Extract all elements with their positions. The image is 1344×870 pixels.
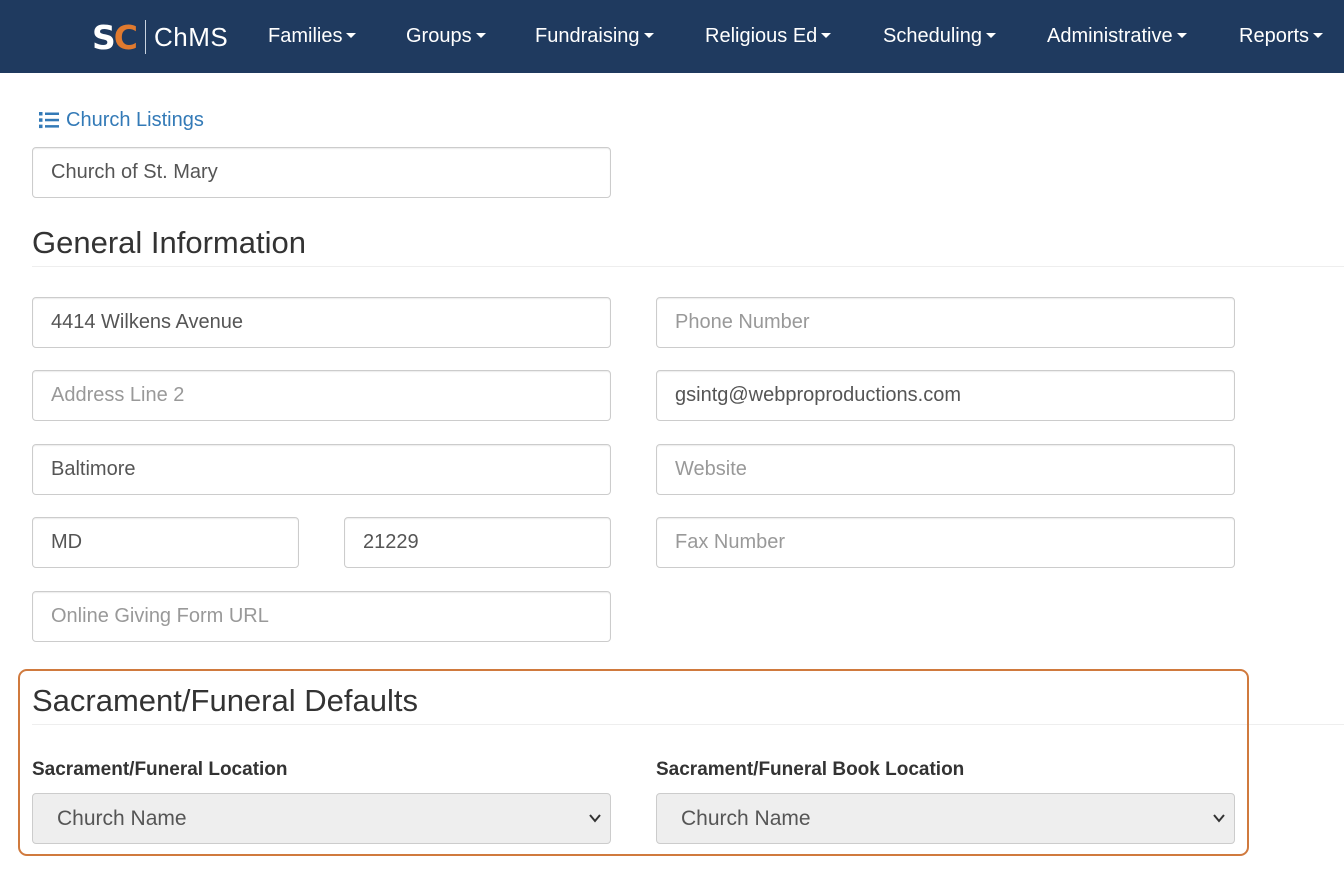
logo-mark: SC xyxy=(92,17,138,57)
church-listings-link[interactable]: Church Listings xyxy=(39,107,204,133)
nav-item-administrative[interactable]: Administrative xyxy=(1047,22,1187,50)
sacrament-location-select[interactable]: Church Name xyxy=(32,793,611,844)
chevron-down-icon xyxy=(1213,814,1225,823)
logo-text: ChMS xyxy=(154,21,229,52)
nav-item-religious-ed[interactable]: Religious Ed xyxy=(705,22,832,50)
state-input[interactable] xyxy=(32,517,299,568)
nav-item-fundraising[interactable]: Fundraising xyxy=(535,22,654,50)
address-line-1-input[interactable] xyxy=(32,297,611,348)
email-input[interactable] xyxy=(656,370,1235,421)
top-navbar: SC ChMS Families Groups Fundraising Reli… xyxy=(0,0,1344,73)
phone-number-input[interactable] xyxy=(656,297,1235,348)
city-input[interactable] xyxy=(32,444,611,495)
nav-item-reports[interactable]: Reports xyxy=(1239,22,1324,50)
church-name-input[interactable] xyxy=(32,147,611,198)
fax-number-input[interactable] xyxy=(656,517,1235,568)
list-icon xyxy=(39,112,59,129)
sacrament-book-location-value: Church Name xyxy=(681,807,811,830)
chevron-down-icon xyxy=(589,814,601,823)
sacrament-book-location-label: Sacrament/Funeral Book Location xyxy=(656,759,965,780)
nav-item-families[interactable]: Families xyxy=(268,22,357,50)
nav-item-groups[interactable]: Groups xyxy=(406,22,486,50)
zip-input[interactable] xyxy=(344,517,611,568)
caret-down-icon xyxy=(643,33,654,39)
nav-item-scheduling[interactable]: Scheduling xyxy=(883,22,996,50)
online-giving-url-input[interactable] xyxy=(32,591,611,642)
caret-down-icon xyxy=(1313,33,1324,39)
section-divider xyxy=(32,724,1344,725)
logo-divider xyxy=(145,20,146,54)
address-line-2-input[interactable] xyxy=(32,370,611,421)
logo[interactable]: SC ChMS xyxy=(92,18,228,56)
sacrament-funeral-defaults-heading: Sacrament/Funeral Defaults xyxy=(32,683,418,718)
sacrament-location-label: Sacrament/Funeral Location xyxy=(32,759,288,780)
sacrament-book-location-select[interactable]: Church Name xyxy=(656,793,1235,844)
caret-down-icon xyxy=(985,33,996,39)
website-input[interactable] xyxy=(656,444,1235,495)
church-listings-label: Church Listings xyxy=(66,108,204,131)
caret-down-icon xyxy=(1176,33,1187,39)
caret-down-icon xyxy=(821,33,832,39)
caret-down-icon xyxy=(475,33,486,39)
general-information-heading: General Information xyxy=(32,225,306,260)
caret-down-icon xyxy=(346,33,357,39)
sacrament-location-value: Church Name xyxy=(57,807,187,830)
section-divider xyxy=(32,266,1344,267)
